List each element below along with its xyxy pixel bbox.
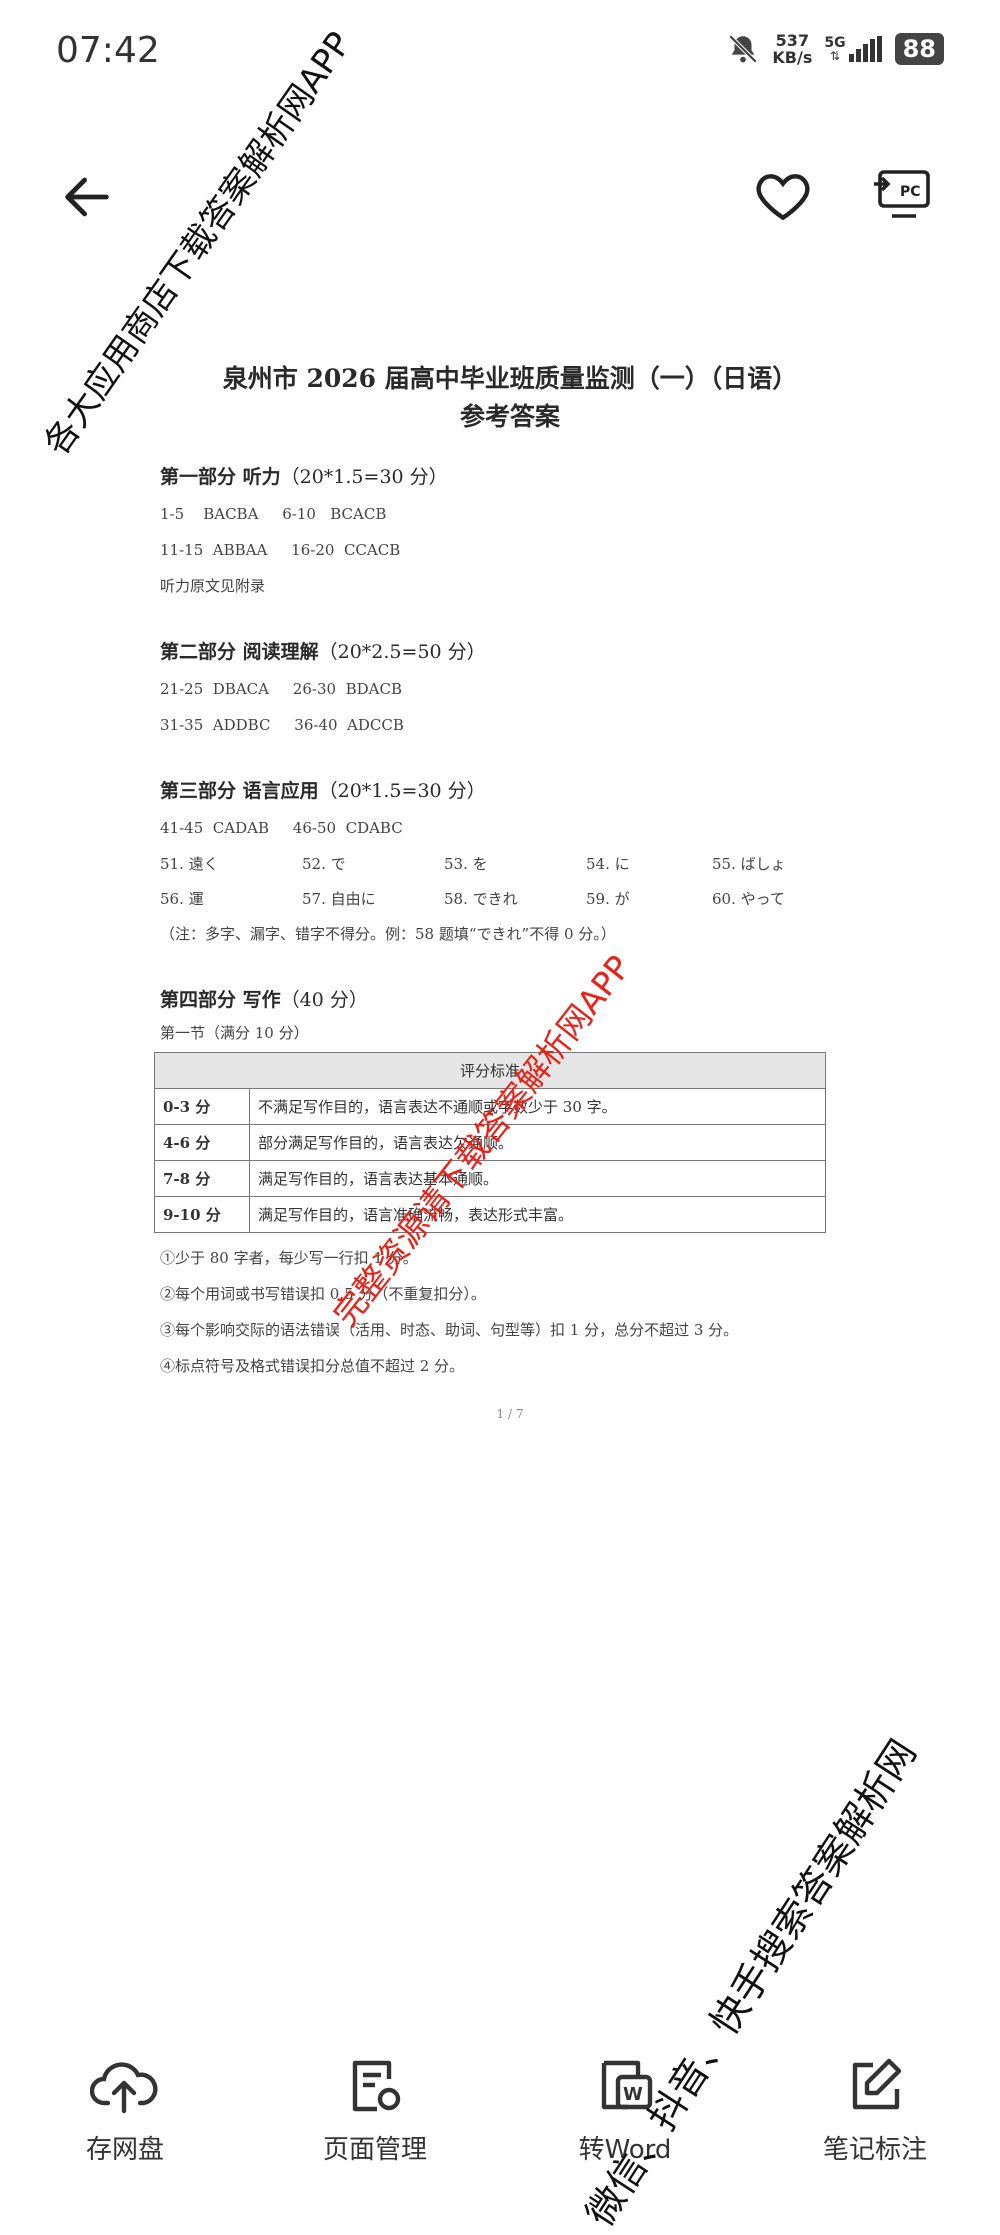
part1-heading: 第一部分 听力（20*1.5=30 分）	[160, 462, 860, 489]
part4-heading: 第四部分 写作（40 分）	[160, 985, 860, 1012]
part2-heading: 第二部分 阅读理解（20*2.5=50 分）	[160, 637, 860, 664]
rubric-header-row: 评分标准	[154, 1052, 826, 1089]
answer-60: 60. やって	[712, 890, 785, 908]
arrow-left-icon	[65, 177, 109, 217]
part3-fill-row-1: 51. 遠く 52. で 53. を 54. に 55. ばしょ	[160, 853, 860, 874]
pc-screen-icon: PC	[874, 170, 930, 218]
part4-subsection: 第一节（满分 10 分）	[160, 1024, 309, 1042]
part1-answers-2: 11-15 ABBAA 16-20 CCACB	[160, 541, 401, 559]
favorite-button[interactable]	[752, 166, 814, 232]
part2-answers-2: 31-35 ADDBC 36-40 ADCCB	[160, 716, 404, 734]
status-bar: 07:42 537 KB/s 5G ⇅ 88	[0, 0, 1000, 110]
part2-answers-1: 21-25 DBACA 26-30 BDACB	[160, 680, 402, 698]
part3-answers-1: 41-45 CADAB 46-50 CDABC	[160, 819, 403, 837]
scoring-note-4: ④标点符号及格式错误扣分总值不超过 2 分。	[160, 1357, 465, 1375]
tab-label: 笔记标注	[822, 2135, 927, 2165]
part3-heading: 第三部分 语言应用（20*1.5=30 分）	[160, 776, 860, 803]
page-settings-icon	[352, 2060, 401, 2112]
scoring-note-3: ③每个影响交际的语法错误（活用、时态、助词、句型等）扣 1 分，总分不超过 3 …	[160, 1321, 739, 1339]
tab-label: 页面管理	[322, 2135, 427, 2165]
data-arrows-icon: ⇅	[829, 49, 840, 63]
rubric-desc: 满足写作目的，语言表达基本通顺。	[249, 1160, 826, 1197]
cast-to-pc-button[interactable]: PC	[872, 168, 934, 230]
document-subtitle: 参考答案	[459, 402, 560, 431]
document-page: 泉州市 2026 届高中毕业班质量监测（一）（日语） 参考答案 第一部分 听力（…	[154, 360, 860, 1421]
part3-title: 第三部分 语言应用	[160, 780, 319, 802]
rubric-level: 0-3 分	[154, 1088, 250, 1125]
answer-59: 59. が	[586, 890, 630, 908]
top-bar: PC	[0, 150, 1000, 240]
part4-title: 第四部分 写作	[160, 989, 281, 1011]
answer-57: 57. 自由に	[302, 890, 376, 908]
bottom-toolbar: 存网盘 页面管理 W 转Word 笔记标注	[0, 2055, 1000, 2222]
edit-note-icon	[852, 2058, 902, 2110]
network-type: 5G	[824, 35, 846, 51]
table-row: 9-10 分满足写作目的，语言准确流畅，表达形式丰富。	[154, 1196, 826, 1233]
answer-51: 51. 遠く	[160, 855, 219, 873]
signal-icon	[848, 36, 882, 62]
page-management-button[interactable]: 页面管理	[250, 2055, 500, 2222]
part3-score: （20*1.5=30 分）	[318, 780, 486, 802]
bell-off-icon	[729, 34, 758, 64]
speed-unit: KB/s	[772, 48, 813, 67]
rubric-desc: 满足写作目的，语言准确流畅，表达形式丰富。	[249, 1196, 826, 1233]
scoring-note-1: ①少于 80 字者，每少写一行扣 1 分。	[160, 1249, 418, 1267]
part1-appendix-note: 听力原文见附录	[160, 577, 266, 595]
battery-indicator: 88	[894, 33, 944, 65]
rubric-level: 4-6 分	[154, 1124, 250, 1161]
answer-54: 54. に	[586, 855, 630, 873]
part3-fill-row-2: 56. 運 57. 自由に 58. できれ 59. が 60. やって	[160, 888, 860, 909]
tab-label: 存网盘	[85, 2135, 164, 2165]
rubric-level: 9-10 分	[154, 1196, 250, 1233]
part1-score: （20*1.5=30 分）	[280, 466, 448, 488]
part3-note: （注：多字、漏字、错字不得分。例：58 题填“できれ”不得 0 分。）	[160, 925, 616, 943]
rubric-desc: 部分满足写作目的，语言表达欠通顺。	[249, 1124, 826, 1161]
answer-53: 53. を	[444, 855, 488, 873]
part1-title: 第一部分 听力	[160, 466, 281, 488]
notes-annotation-button[interactable]: 笔记标注	[750, 2055, 1000, 2222]
answer-58: 58. できれ	[444, 890, 518, 908]
back-button[interactable]	[58, 168, 116, 230]
answer-55: 55. ばしょ	[712, 855, 786, 873]
svg-text:PC: PC	[900, 184, 921, 200]
part1-answers-1: 1-5 BACBA 6-10 BCACB	[160, 505, 387, 523]
cloud-upload-icon	[90, 2062, 158, 2114]
rubric-header: 评分标准	[154, 1052, 826, 1089]
scoring-note-2: ②每个用词或书写错误扣 0.5 分（不重复扣分）。	[160, 1285, 486, 1303]
cell-signal: 5G ⇅	[824, 36, 882, 62]
table-row: 7-8 分满足写作目的，语言表达基本通顺。	[154, 1160, 826, 1197]
network-speed: 537 KB/s	[772, 32, 812, 66]
part2-title: 第二部分 阅读理解	[160, 641, 319, 663]
answer-56: 56. 運	[160, 890, 204, 908]
part4-score: （40 分）	[280, 989, 368, 1011]
part2-score: （20*2.5=50 分）	[318, 641, 486, 663]
heart-icon	[756, 174, 810, 221]
answer-52: 52. で	[302, 855, 346, 873]
status-time: 07:42	[56, 30, 160, 71]
save-to-cloud-button[interactable]: 存网盘	[0, 2055, 250, 2222]
status-icons: 537 KB/s 5G ⇅ 88	[726, 32, 944, 66]
page-number: 1 / 7	[496, 1407, 524, 1421]
rubric-level: 7-8 分	[154, 1160, 250, 1197]
document-title: 泉州市 2026 届高中毕业班质量监测（一）（日语）	[222, 364, 798, 393]
speed-value: 537	[775, 31, 810, 50]
